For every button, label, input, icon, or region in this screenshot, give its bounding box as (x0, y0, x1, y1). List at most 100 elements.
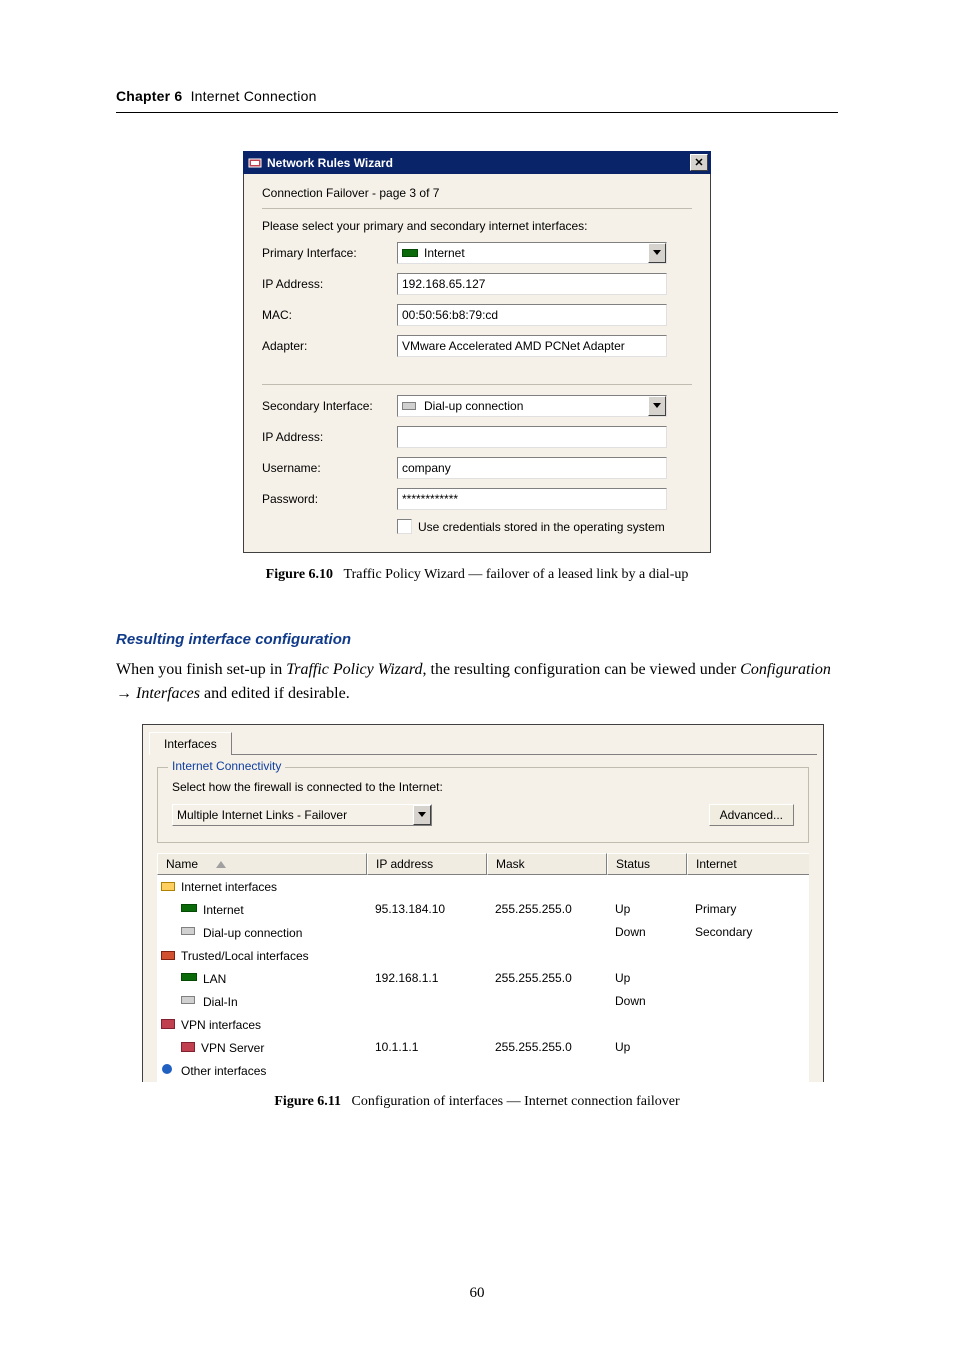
primary-adapter-value: VMware Accelerated AMD PCNet Adapter (402, 339, 625, 353)
wizard-page-title: Connection Failover - page 3 of 7 (262, 184, 692, 209)
row-ip (367, 877, 487, 896)
row-name: LAN (203, 972, 226, 986)
table-row[interactable]: Dial-up connectionDownSecondary (157, 921, 809, 944)
advanced-button[interactable]: Advanced... (709, 804, 794, 826)
para-arrow: → (116, 685, 136, 702)
row-ip: 95.13.184.10 (367, 900, 487, 919)
figure-6-10-label: Figure 6.10 (266, 567, 333, 582)
row-ip (367, 923, 487, 942)
primary-mac-field[interactable]: 00:50:56:b8:79:cd (397, 304, 667, 326)
table-row[interactable]: Dial-In Down (157, 990, 809, 1013)
tab-interfaces[interactable]: Interfaces (149, 732, 232, 755)
titlebar: Network Rules Wizard ✕ (243, 151, 711, 174)
chapter-title: Internet Connection (191, 88, 317, 104)
password-field[interactable]: ************ (397, 488, 667, 510)
chevron-down-icon[interactable] (648, 243, 666, 263)
primary-ip-label: IP Address: (262, 277, 397, 291)
body-paragraph: When you finish set-up in Traffic Policy… (116, 658, 838, 706)
row-mask: 255.255.255.0 (487, 900, 607, 919)
chevron-down-icon[interactable] (413, 805, 431, 825)
row-name: VPN interfaces (181, 1018, 261, 1032)
col-mask[interactable]: Mask (487, 853, 607, 875)
row-status (607, 877, 687, 896)
row-name: Dial-In (203, 995, 238, 1009)
figure-6-11-label: Figure 6.11 (274, 1094, 341, 1109)
row-mask: 255.255.255.0 (487, 969, 607, 988)
para-pre: When you finish set-up in (116, 661, 286, 678)
modem-icon (181, 925, 197, 937)
secondary-ip-label: IP Address: (262, 430, 397, 444)
row-mask: 255.255.255.0 (487, 1038, 607, 1057)
page-number: 60 (0, 1285, 954, 1302)
password-value: ************ (402, 492, 458, 506)
secondary-ip-field[interactable] (397, 426, 667, 448)
col-internet[interactable]: Internet (687, 853, 809, 875)
row-name: Internet interfaces (181, 880, 277, 894)
primary-interface-value: Internet (424, 246, 465, 260)
table-row[interactable]: Other interfaces (157, 1059, 809, 1082)
row-ip: 192.168.1.1 (367, 969, 487, 988)
row-mask (487, 946, 607, 965)
primary-adapter-field[interactable]: VMware Accelerated AMD PCNet Adapter (397, 335, 667, 357)
row-status: Down (607, 992, 687, 1011)
primary-interface-label: Primary Interface: (262, 246, 397, 260)
row-mask (487, 877, 607, 896)
table-row[interactable]: LAN 192.168.1.1255.255.255.0Up (157, 967, 809, 990)
connectivity-mode-combo[interactable]: Multiple Internet Links - Failover (172, 804, 432, 826)
figure-6-10-caption: Figure 6.10 Traffic Policy Wizard — fail… (116, 567, 838, 583)
row-status (607, 946, 687, 965)
row-mask (487, 1061, 607, 1080)
table-row[interactable]: Trusted/Local interfaces (157, 944, 809, 967)
other-icon (161, 1063, 175, 1075)
figure-6-10-text: Traffic Policy Wizard — failover of a le… (344, 567, 689, 582)
row-internet (687, 1015, 809, 1034)
username-field[interactable]: company (397, 457, 667, 479)
secondary-interface-combo[interactable]: Dial-up connection (397, 395, 667, 417)
col-status[interactable]: Status (607, 853, 687, 875)
running-head: Chapter 6 Internet Connection (116, 88, 838, 113)
row-ip (367, 946, 487, 965)
nic-icon (181, 971, 197, 983)
dialog-body: Connection Failover - page 3 of 7 Please… (243, 174, 711, 553)
row-name: Internet (203, 903, 244, 917)
table-row[interactable]: Internet95.13.184.10255.255.255.0UpPrima… (157, 898, 809, 921)
modem-icon (402, 400, 418, 412)
figure-6-11-text: Configuration of interfaces — Internet c… (352, 1094, 680, 1109)
table-row[interactable]: VPN Server10.1.1.1255.255.255.0Up (157, 1036, 809, 1059)
sort-asc-icon (216, 861, 226, 868)
row-mask (487, 923, 607, 942)
row-internet (687, 946, 809, 965)
use-os-credentials-checkbox[interactable] (397, 519, 412, 534)
interfaces-panel: Interfaces Internet Connectivity Select … (142, 724, 824, 1082)
chevron-down-icon[interactable] (648, 396, 666, 416)
row-name: Trusted/Local interfaces (181, 949, 309, 963)
trusted-icon (161, 948, 175, 960)
col-ip[interactable]: IP address (367, 853, 487, 875)
row-mask (487, 992, 607, 1011)
interfaces-table: Name IP address Mask Status Internet Int… (157, 853, 809, 1082)
row-ip: 10.1.1.1 (367, 1038, 487, 1057)
close-button[interactable]: ✕ (690, 154, 708, 171)
vpn-icon (181, 1040, 195, 1052)
row-internet (687, 1038, 809, 1057)
chapter-label: Chapter 6 (116, 88, 182, 104)
section-title: Resulting interface configuration (116, 631, 838, 648)
primary-ip-field[interactable]: 192.168.65.127 (397, 273, 667, 295)
row-name: Dial-up connection (203, 926, 302, 940)
instruction-text: Please select your primary and secondary… (262, 219, 692, 233)
row-status (607, 1061, 687, 1080)
modem-icon (181, 994, 197, 1006)
row-status: Up (607, 969, 687, 988)
folder-icon (161, 879, 175, 891)
row-status (607, 1015, 687, 1034)
window-title: Network Rules Wizard (267, 156, 690, 170)
primary-mac-label: MAC: (262, 308, 397, 322)
col-name[interactable]: Name (157, 853, 367, 875)
row-ip (367, 1015, 487, 1034)
row-name: Other interfaces (181, 1064, 266, 1078)
primary-interface-combo[interactable]: Internet (397, 242, 667, 264)
row-mask (487, 1015, 607, 1034)
table-row[interactable]: VPN interfaces (157, 1013, 809, 1036)
table-row[interactable]: Internet interfaces (157, 875, 809, 898)
connectivity-mode-value: Multiple Internet Links - Failover (177, 808, 347, 822)
